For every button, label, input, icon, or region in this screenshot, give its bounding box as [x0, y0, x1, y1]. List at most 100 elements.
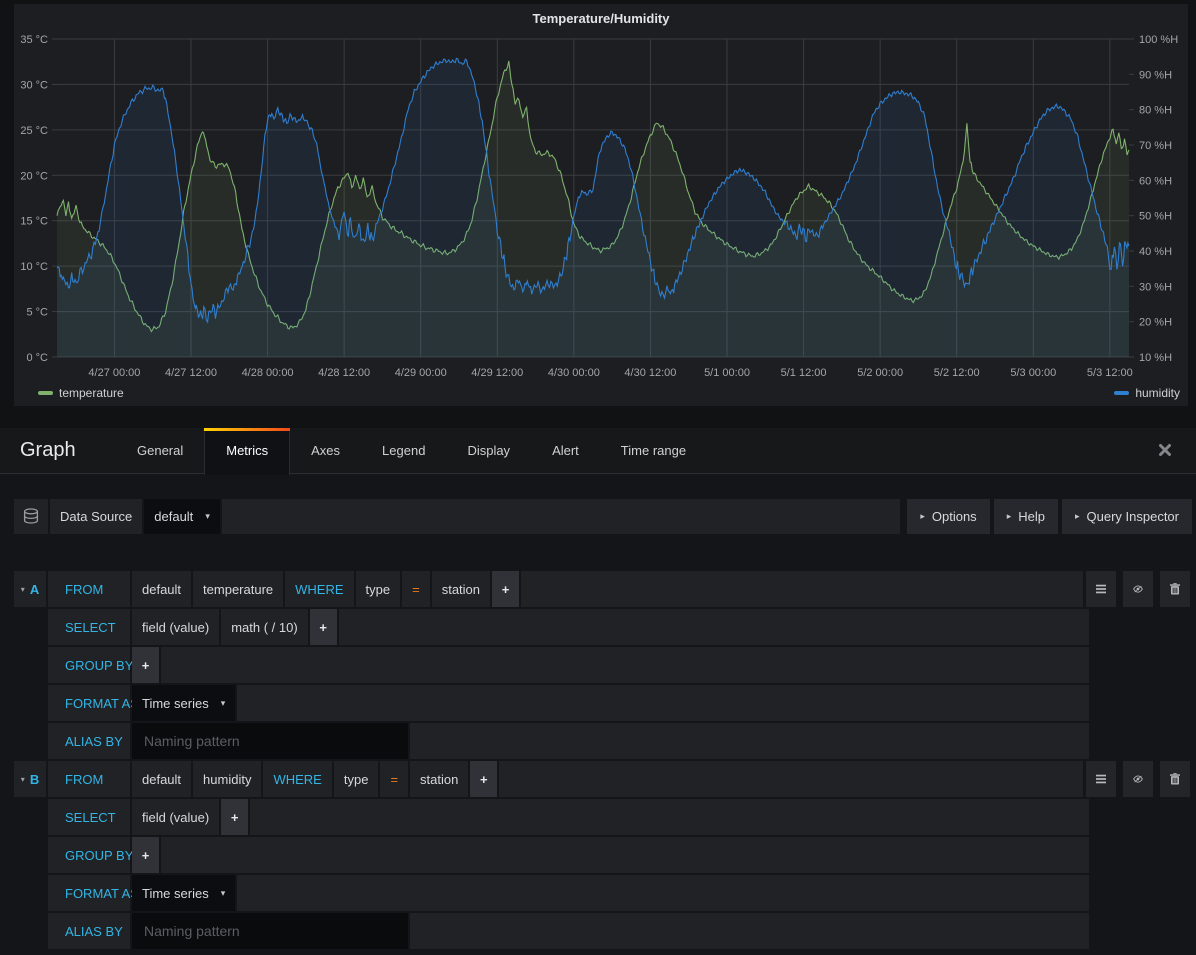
query-inspector-button[interactable]: ▸ Query Inspector: [1062, 499, 1192, 534]
svg-text:5/3 00:00: 5/3 00:00: [1010, 367, 1056, 379]
svg-text:4/30 12:00: 4/30 12:00: [624, 367, 676, 379]
from-keyword: FROM: [48, 571, 130, 607]
svg-text:4/29 12:00: 4/29 12:00: [471, 367, 523, 379]
query-b-collapse-toggle[interactable]: ▾ B: [14, 761, 46, 797]
query-a-add-select-button[interactable]: +: [310, 609, 337, 645]
select-keyword: SELECT: [48, 799, 130, 835]
svg-text:0 °C: 0 °C: [26, 352, 48, 364]
panel-title[interactable]: Temperature/Humidity: [14, 11, 1188, 26]
query-b-groupby-row: GROUP BY +: [48, 837, 1192, 873]
svg-text:35 °C: 35 °C: [20, 34, 48, 46]
options-button[interactable]: ▸ Options: [907, 499, 989, 534]
query-a-toggle-visibility-button[interactable]: [1123, 571, 1153, 607]
row-filler: [499, 761, 1083, 797]
svg-text:4/29 00:00: 4/29 00:00: [395, 367, 447, 379]
query-a-add-groupby-button[interactable]: +: [132, 647, 159, 683]
legend-swatch-temperature[interactable]: [38, 391, 53, 395]
where-keyword: WHERE: [263, 761, 331, 797]
row-filler: [410, 723, 1089, 759]
alias-keyword: ALIAS BY: [48, 913, 130, 949]
query-a-add-condition-button[interactable]: +: [492, 571, 519, 607]
tabs: General Metrics Axes Legend Display Aler…: [116, 428, 707, 473]
query-a-from-row: ▾ A FROM default temperature WHERE type …: [14, 571, 1192, 607]
row-filler: [237, 685, 1089, 721]
query-b-delete-button[interactable]: [1160, 761, 1190, 797]
query-b-format-row: FORMAT AS Time series ▾: [48, 875, 1192, 911]
query-a-select-math[interactable]: math ( / 10): [221, 609, 307, 645]
chevron-down-icon: ▾: [21, 585, 25, 594]
tab-metrics[interactable]: Metrics: [204, 428, 290, 475]
svg-text:15 °C: 15 °C: [20, 216, 48, 228]
svg-text:4/30 00:00: 4/30 00:00: [548, 367, 600, 379]
tab-legend[interactable]: Legend: [361, 428, 446, 473]
alias-keyword: ALIAS BY: [48, 723, 130, 759]
chevron-down-icon: ▾: [221, 698, 226, 709]
query-b-toggle-visibility-button[interactable]: [1123, 761, 1153, 797]
svg-text:25 °C: 25 °C: [20, 125, 48, 137]
caret-right-icon: ▸: [920, 511, 925, 522]
close-editor-icon[interactable]: [1158, 443, 1172, 457]
query-a-delete-button[interactable]: [1160, 571, 1190, 607]
datasource-value: default: [154, 509, 193, 524]
query-b-add-select-button[interactable]: +: [221, 799, 248, 835]
row-filler: [339, 609, 1089, 645]
query-a-format-row: FORMAT AS Time series ▾: [48, 685, 1192, 721]
svg-text:90 %H: 90 %H: [1139, 69, 1172, 81]
query-b-select-row: SELECT field (value) +: [48, 799, 1192, 835]
query-a-select-field[interactable]: field (value): [132, 609, 219, 645]
chevron-down-icon: ▾: [21, 775, 25, 784]
row-filler: [161, 837, 1089, 873]
svg-text:4/28 12:00: 4/28 12:00: [318, 367, 370, 379]
svg-text:80 %H: 80 %H: [1139, 105, 1172, 117]
query-a-from-policy[interactable]: default: [132, 571, 191, 607]
query-b-add-condition-button[interactable]: +: [470, 761, 497, 797]
datasource-label: Data Source: [50, 499, 142, 534]
query-b-where-tag[interactable]: type: [334, 761, 379, 797]
query-a-alias-input[interactable]: [132, 723, 408, 759]
tab-general[interactable]: General: [116, 428, 204, 473]
help-button[interactable]: ▸ Help: [994, 499, 1058, 534]
legend-label-humidity[interactable]: humidity: [1135, 386, 1180, 400]
query-b-alias-input[interactable]: [132, 913, 408, 949]
legend-swatch-humidity[interactable]: [1114, 391, 1129, 395]
query-b-add-groupby-button[interactable]: +: [132, 837, 159, 873]
query-a-from-measurement[interactable]: temperature: [193, 571, 283, 607]
query-a-collapse-toggle[interactable]: ▾ A: [14, 571, 46, 607]
row-filler: [161, 647, 1089, 683]
tab-axes[interactable]: Axes: [290, 428, 361, 473]
panel-editor-tabbar: Graph General Metrics Axes Legend Displa…: [0, 428, 1196, 474]
query-a-where-operator[interactable]: =: [402, 571, 430, 607]
query-b-from-measurement[interactable]: humidity: [193, 761, 261, 797]
query-b-format-select[interactable]: Time series ▾: [132, 875, 235, 911]
legend-item-temperature[interactable]: temperature: [38, 386, 124, 400]
svg-text:30 °C: 30 °C: [20, 79, 48, 91]
query-a-where-tag[interactable]: type: [356, 571, 401, 607]
svg-text:5 °C: 5 °C: [26, 307, 48, 319]
query-a-format-select[interactable]: Time series ▾: [132, 685, 235, 721]
svg-text:4/27 12:00: 4/27 12:00: [165, 367, 217, 379]
timeseries-chart[interactable]: 35 °C30 °C25 °C20 °C15 °C10 °C5 °C0 °C10…: [14, 4, 1188, 389]
svg-text:5/3 12:00: 5/3 12:00: [1087, 367, 1133, 379]
datasource-select[interactable]: default ▾: [144, 499, 220, 534]
tab-alert[interactable]: Alert: [531, 428, 600, 473]
query-b-where-value[interactable]: station: [410, 761, 468, 797]
legend-label-temperature[interactable]: temperature: [59, 386, 124, 400]
svg-text:4/27 00:00: 4/27 00:00: [88, 367, 140, 379]
query-a-menu-button[interactable]: [1086, 571, 1116, 607]
tab-time-range[interactable]: Time range: [600, 428, 707, 473]
svg-text:70 %H: 70 %H: [1139, 140, 1172, 152]
svg-text:30 %H: 30 %H: [1139, 281, 1172, 293]
tab-display[interactable]: Display: [446, 428, 531, 473]
query-b-from-policy[interactable]: default: [132, 761, 191, 797]
query-a-where-value[interactable]: station: [432, 571, 490, 607]
legend-item-humidity[interactable]: humidity: [1114, 386, 1180, 400]
row-filler: [237, 875, 1089, 911]
select-keyword: SELECT: [48, 609, 130, 645]
query-b-menu-button[interactable]: [1086, 761, 1116, 797]
caret-right-icon: ▸: [1075, 511, 1080, 522]
groupby-keyword: GROUP BY: [48, 837, 130, 873]
svg-text:20 °C: 20 °C: [20, 170, 48, 182]
query-b-select-field[interactable]: field (value): [132, 799, 219, 835]
query-b-where-operator[interactable]: =: [380, 761, 408, 797]
svg-text:20 %H: 20 %H: [1139, 317, 1172, 329]
